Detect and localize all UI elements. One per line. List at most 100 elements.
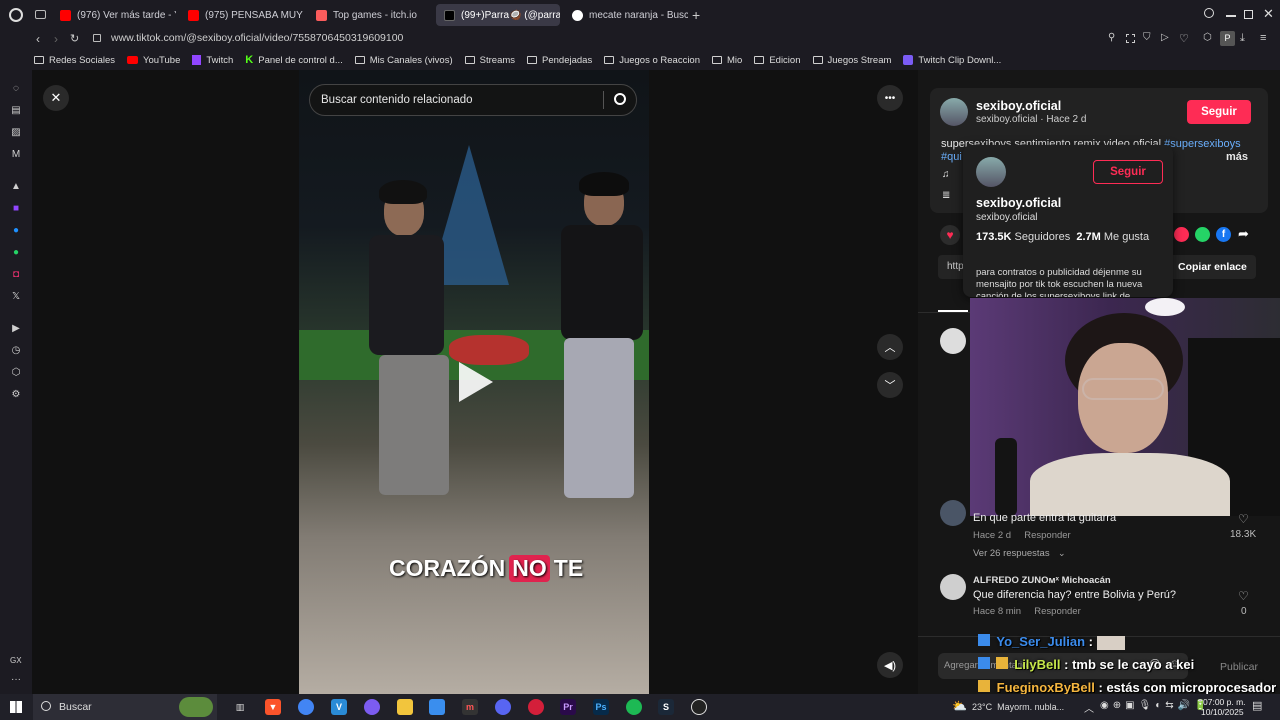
tab-1[interactable]: (975) PENSABA MUY RA bbox=[180, 4, 304, 26]
feed-icon[interactable]: ▤ bbox=[10, 104, 22, 116]
like-button[interactable]: ♥ bbox=[940, 225, 960, 245]
share-whatsapp-icon[interactable] bbox=[1195, 227, 1210, 242]
clock-date[interactable]: 10/10/2025 bbox=[1201, 707, 1244, 717]
play-icon[interactable]: ▷ bbox=[1161, 32, 1169, 43]
bookmark-mis-canales[interactable]: Mis Canales (vivos) bbox=[354, 55, 453, 66]
share-more-icon[interactable]: ➦ bbox=[1238, 226, 1249, 242]
brave-icon[interactable]: ▼ bbox=[265, 699, 281, 715]
popover-avatar[interactable] bbox=[976, 157, 1006, 187]
search-icon[interactable] bbox=[1204, 8, 1214, 18]
bookmark-pendejadas[interactable]: Pendejadas bbox=[527, 55, 592, 66]
spotify-icon[interactable] bbox=[626, 699, 642, 715]
store-icon[interactable] bbox=[429, 699, 445, 715]
arrow-icon[interactable]: ▲ bbox=[10, 180, 22, 192]
player-icon[interactable]: ▶ bbox=[10, 322, 22, 334]
taskbar-search[interactable]: Buscar bbox=[33, 694, 217, 720]
notifications-icon[interactable]: ▤ bbox=[1252, 699, 1262, 712]
whatsapp-icon[interactable]: ● bbox=[10, 246, 22, 258]
view-replies-button[interactable]: Ver 26 respuestas bbox=[973, 548, 1050, 559]
bookmark-twitch-clip[interactable]: Twitch Clip Downl... bbox=[903, 55, 1001, 66]
bookmark-kick[interactable]: K Panel de control d... bbox=[245, 54, 342, 66]
snapshot-icon[interactable] bbox=[1126, 34, 1135, 43]
minimize-icon[interactable] bbox=[1226, 15, 1236, 17]
related-search-input[interactable]: Buscar contenido relacionado bbox=[321, 94, 473, 106]
vscode-icon[interactable]: V bbox=[331, 699, 347, 715]
steam-icon[interactable]: S bbox=[658, 699, 674, 715]
reply-button[interactable]: Responder bbox=[1024, 530, 1070, 541]
next-video-button[interactable]: ﹀ bbox=[877, 372, 903, 398]
hashtag-link[interactable]: #supersexiboys bbox=[1164, 138, 1240, 150]
opera-gx-icon[interactable] bbox=[528, 699, 544, 715]
more-link[interactable]: más bbox=[1226, 151, 1248, 163]
bookmark-juegos-reaccion[interactable]: Juegos o Reaccion bbox=[604, 55, 700, 66]
pin-icon[interactable]: ⚲ bbox=[1108, 32, 1115, 43]
profile-avatar[interactable]: P bbox=[1220, 31, 1235, 46]
bookmark-redes-sociales[interactable]: Redes Sociales bbox=[34, 55, 115, 66]
copy-link-button[interactable]: Copiar enlace bbox=[1178, 261, 1247, 273]
related-search-bar[interactable]: Buscar contenido relacionado bbox=[309, 84, 637, 116]
obs-icon[interactable] bbox=[691, 699, 707, 715]
more-options-button[interactable]: ••• bbox=[877, 85, 903, 111]
forward-icon[interactable]: › bbox=[54, 32, 58, 46]
gx-label[interactable]: GX bbox=[10, 656, 22, 665]
reply-button[interactable]: Responder bbox=[1034, 606, 1080, 617]
history-icon[interactable]: ◷ bbox=[10, 344, 22, 356]
restore-icon[interactable] bbox=[1244, 10, 1253, 19]
shield-icon[interactable]: ⛉ bbox=[1143, 32, 1151, 43]
close-window-icon[interactable]: ✕ bbox=[1263, 6, 1274, 22]
follow-button[interactable]: Seguir bbox=[1187, 100, 1251, 124]
x-icon[interactable]: 𝕏 bbox=[10, 290, 22, 302]
url-field[interactable]: www.tiktok.com/@sexiboy.oficial/video/75… bbox=[111, 32, 403, 44]
play-icon[interactable] bbox=[459, 362, 493, 402]
messenger-icon[interactable]: ● bbox=[10, 224, 22, 236]
reload-icon[interactable]: ↻ bbox=[70, 32, 79, 45]
bookmark-youtube[interactable]: YouTube bbox=[127, 55, 180, 66]
app-icon[interactable]: m bbox=[462, 699, 478, 715]
comment-avatar[interactable] bbox=[940, 500, 966, 526]
share-tiktok-icon[interactable] bbox=[1174, 227, 1189, 242]
volume-button[interactable]: ◀) bbox=[877, 652, 903, 678]
extensions-icon[interactable]: ⬡ bbox=[1203, 32, 1212, 43]
aria-icon[interactable]: ◌ bbox=[10, 82, 22, 94]
bookmark-twitch[interactable]: Twitch bbox=[192, 55, 233, 66]
author-avatar[interactable] bbox=[940, 98, 968, 126]
download-icon[interactable]: ⤓ bbox=[1240, 32, 1245, 45]
settings-icon[interactable]: ⚙ bbox=[10, 388, 22, 400]
more-icon[interactable]: ··· bbox=[11, 674, 21, 685]
tab-3[interactable]: (99+)Parra🥥 (@parra0 bbox=[436, 4, 560, 26]
news-icon[interactable]: ▨ bbox=[10, 126, 22, 138]
tray-chevron-icon[interactable]: ︿ bbox=[1084, 700, 1094, 715]
extensions-sidebar-icon[interactable]: ⬡ bbox=[10, 366, 22, 378]
bookmark-edicion[interactable]: Edicion bbox=[754, 55, 801, 66]
tab-2[interactable]: Top games - itch.io bbox=[308, 4, 432, 26]
file-explorer-icon[interactable] bbox=[397, 699, 413, 715]
video-player[interactable]: Buscar contenido relacionado CORAZÓN NO … bbox=[299, 70, 649, 694]
heart-icon[interactable]: ♡ bbox=[1179, 32, 1189, 45]
instagram-icon[interactable]: ◘ bbox=[10, 268, 22, 280]
comment-avatar[interactable] bbox=[940, 574, 966, 600]
tab-4[interactable]: mecate naranja - Buscar c bbox=[564, 4, 688, 26]
bookmark-mio[interactable]: Mio bbox=[712, 55, 742, 66]
tab-overview-icon[interactable] bbox=[35, 10, 46, 19]
back-icon[interactable]: ‹ bbox=[36, 32, 40, 46]
close-viewer-button[interactable]: ✕ bbox=[43, 85, 69, 111]
chrome-icon[interactable] bbox=[298, 699, 314, 715]
photoshop-icon[interactable]: Ps bbox=[593, 699, 609, 715]
comment-like-icon[interactable]: ♡ bbox=[1238, 589, 1249, 603]
tray-icons[interactable]: ◉⊕▣🎙◐⇆🔊🔋 bbox=[1100, 700, 1211, 711]
author-name[interactable]: sexiboy.oficial bbox=[976, 99, 1061, 113]
new-tab-plus-icon[interactable]: + bbox=[692, 7, 700, 23]
comment-like-icon[interactable]: ♡ bbox=[1238, 512, 1249, 526]
share-facebook-icon[interactable]: f bbox=[1216, 227, 1231, 242]
clock-time[interactable]: 07:00 p. m. bbox=[1203, 697, 1246, 707]
premiere-icon[interactable]: Pr bbox=[560, 699, 576, 715]
windows-start-icon[interactable] bbox=[10, 701, 22, 713]
popover-name[interactable]: sexiboy.oficial bbox=[976, 196, 1061, 210]
bookmark-juegos-stream[interactable]: Juegos Stream bbox=[812, 55, 891, 66]
discord-icon[interactable] bbox=[495, 699, 511, 715]
popover-follow-button[interactable]: Seguir bbox=[1093, 160, 1163, 184]
commenter-avatar[interactable] bbox=[940, 328, 966, 354]
menu-icon[interactable]: ≡ bbox=[1260, 32, 1266, 44]
copilot-icon[interactable] bbox=[364, 699, 380, 715]
tab-0[interactable]: (976) Ver más tarde - You bbox=[52, 4, 176, 26]
